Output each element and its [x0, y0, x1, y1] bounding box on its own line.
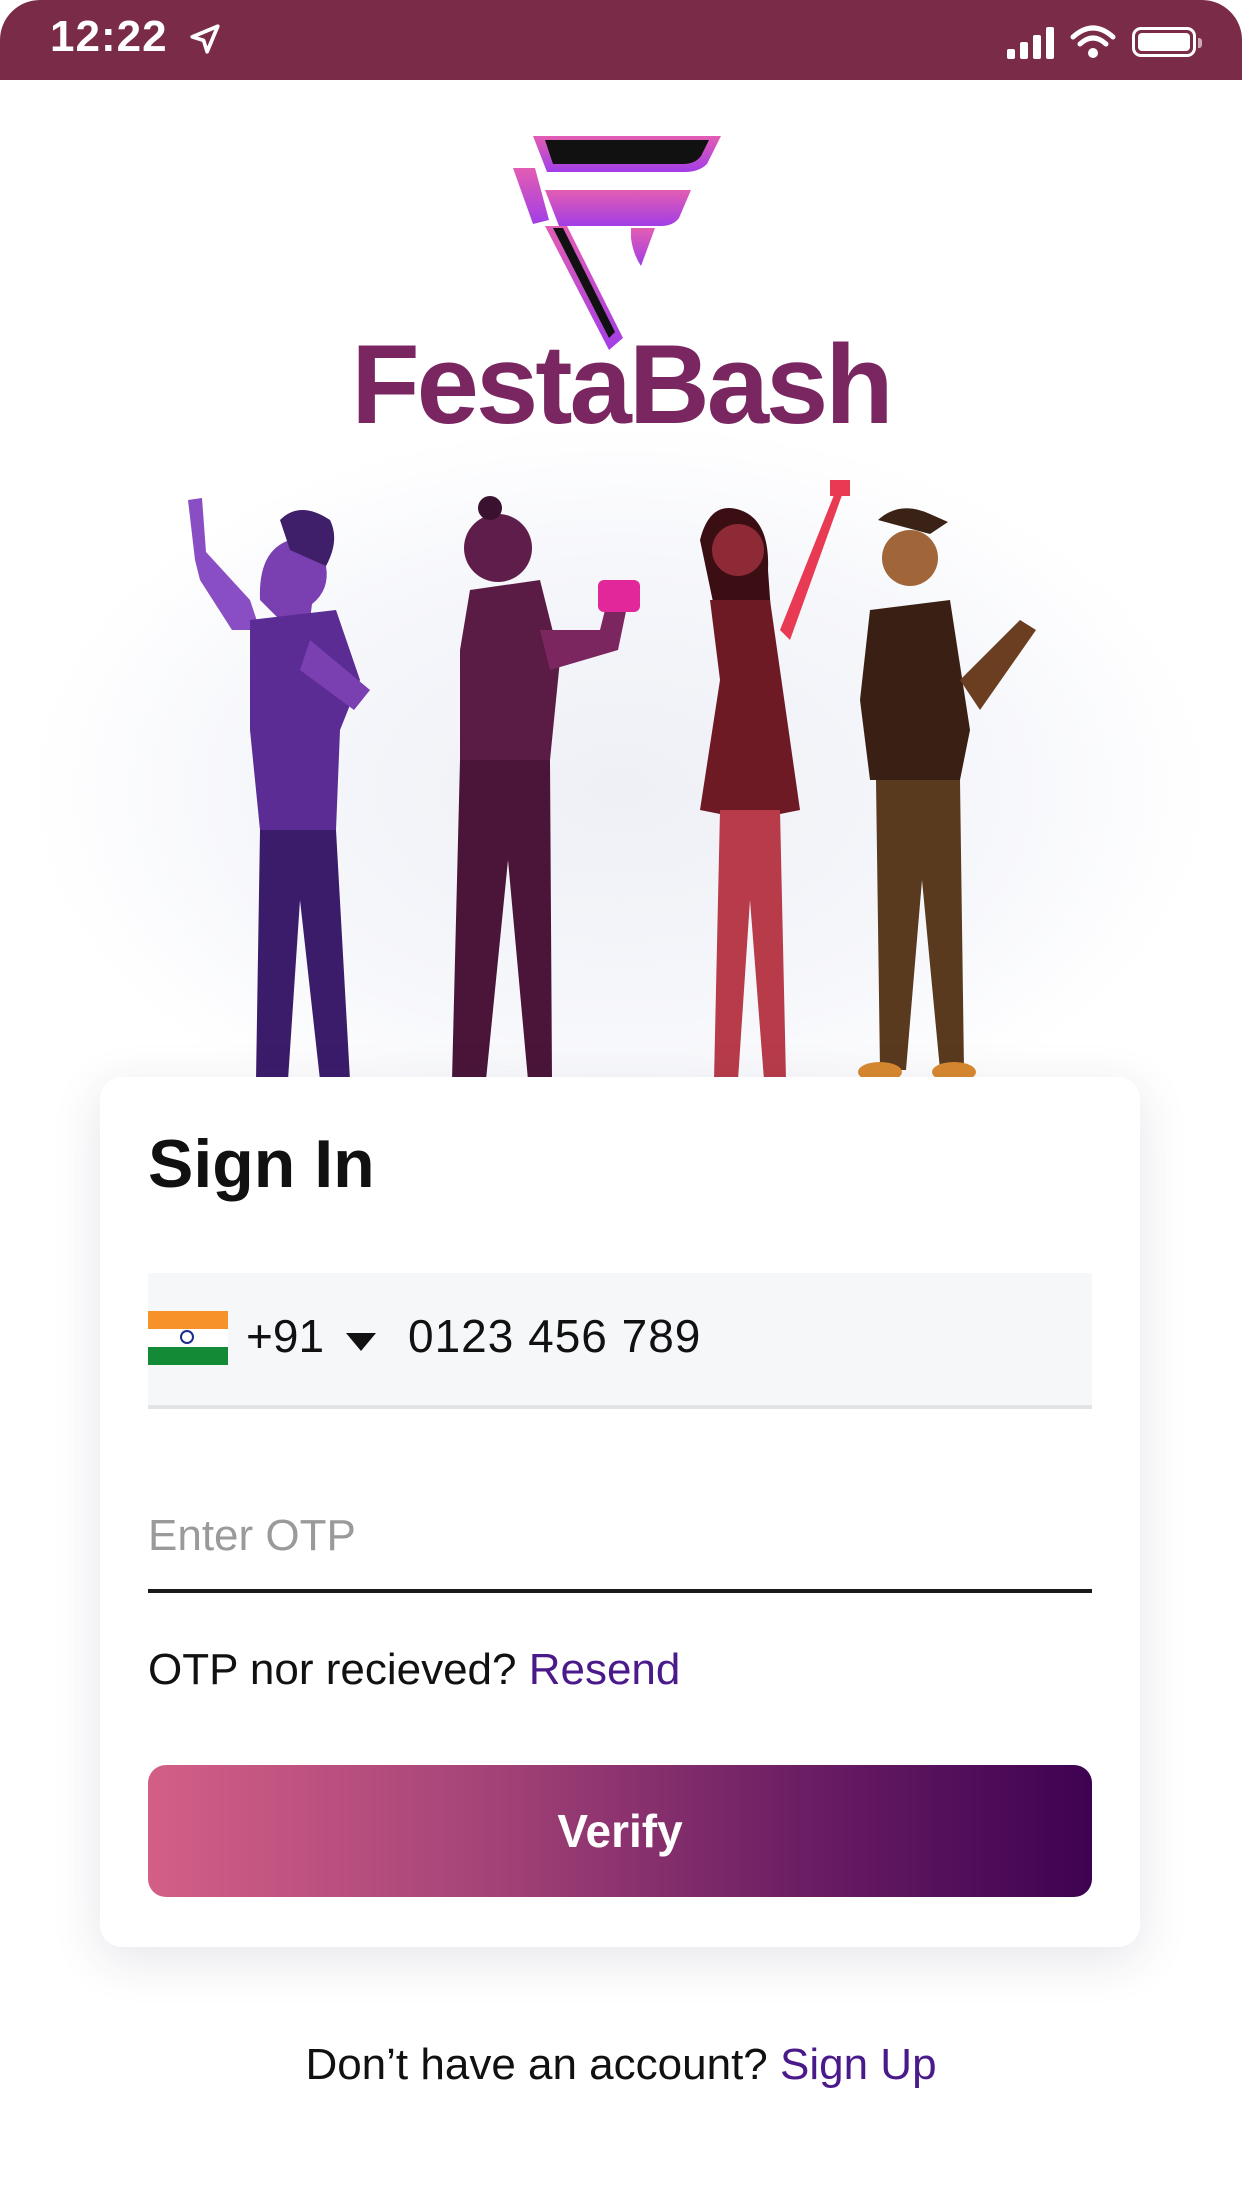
battery-icon — [1132, 27, 1202, 57]
resend-prompt: OTP nor recieved? — [148, 1645, 517, 1694]
phone-number-field[interactable]: +91 0123 456 789 — [148, 1273, 1092, 1409]
person-purple-figure — [188, 498, 370, 1080]
status-bar: 12:22 — [0, 0, 1242, 80]
person-red-figure — [700, 480, 850, 1080]
signup-prompt: Don’t have an account? — [305, 2040, 768, 2089]
person-magenta-figure — [452, 496, 640, 1080]
verify-button[interactable]: Verify — [148, 1765, 1092, 1897]
signal-icon — [1007, 25, 1054, 59]
phone-number-value[interactable]: 0123 456 789 — [408, 1309, 701, 1363]
status-indicators — [1007, 20, 1202, 64]
person-brown-figure — [858, 508, 1036, 1080]
country-code[interactable]: +91 — [246, 1309, 324, 1363]
signin-title: Sign In — [148, 1126, 375, 1202]
caret-down-icon[interactable] — [344, 1329, 378, 1353]
resend-row: OTP nor recieved? Resend — [148, 1645, 680, 1695]
india-flag-icon — [148, 1311, 228, 1365]
status-time: 12:22 — [50, 12, 168, 61]
location-arrow-icon — [190, 24, 220, 54]
friends-illustration — [188, 480, 1036, 1080]
otp-input[interactable] — [148, 1483, 1092, 1593]
wifi-icon — [1070, 25, 1116, 58]
resend-link[interactable]: Resend — [529, 1645, 681, 1694]
signin-card: Sign In +91 0123 456 789 OTP nor recieve… — [100, 1077, 1140, 1947]
signup-link[interactable]: Sign Up — [780, 2040, 937, 2089]
signup-row: Don’t have an account? Sign Up — [0, 2040, 1242, 2090]
